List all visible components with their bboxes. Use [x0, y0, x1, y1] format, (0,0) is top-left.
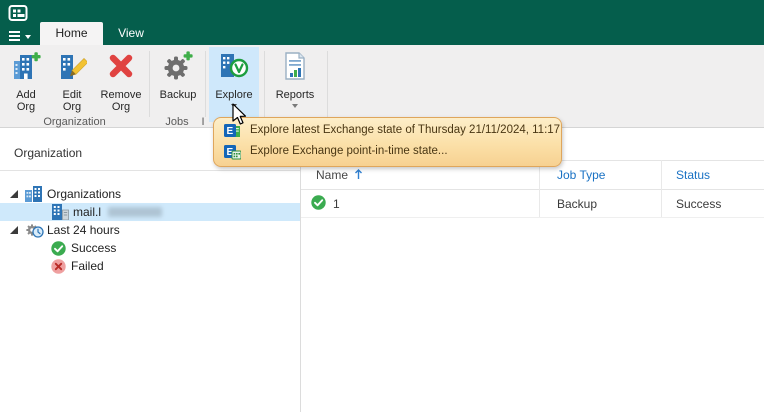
content-area: Organization Organizations mail.l Last 2…	[0, 128, 764, 412]
menu-item-explore-latest[interactable]: E Explore latest Exchange state of Thurs…	[214, 121, 561, 142]
menu-item-explore-point-in-time[interactable]: E Explore Exchange point-in-time state..…	[214, 142, 561, 163]
edit-org-button[interactable]: Edit Org	[50, 47, 94, 119]
ribbon-separator	[149, 51, 150, 117]
hamburger-icon	[9, 31, 35, 41]
tree-item-success[interactable]: Success	[0, 239, 300, 257]
tree-label: Last 24 hours	[47, 223, 120, 237]
tree-label: Organizations	[47, 187, 122, 201]
tab-home[interactable]: Home	[40, 22, 103, 45]
edit-org-label-line2: Org	[62, 101, 82, 113]
table-row-border	[301, 217, 764, 218]
menu-item-label: Explore latest Exchange state of Thursda…	[250, 124, 561, 136]
explore-dropdown-menu: E Explore latest Exchange state of Thurs…	[213, 117, 562, 167]
group-label-organization: Organization	[43, 116, 106, 128]
explore-icon	[221, 54, 249, 78]
group-label-jobs: Jobs	[165, 116, 189, 128]
main-menu-button[interactable]	[9, 29, 35, 43]
cell-name: 1	[333, 197, 340, 211]
ribbon: Add Org Edit Org Remove Org Backup Explo…	[0, 45, 764, 128]
app-logo-icon	[8, 5, 28, 21]
app-window: Home View Add Org Edit Org Remove Org Ba…	[0, 0, 764, 412]
redacted-text	[108, 207, 162, 217]
backup-icon	[164, 51, 193, 80]
add-org-icon	[14, 52, 41, 79]
ribbon-separator	[264, 51, 265, 117]
remove-org-label-line1: Remove	[100, 89, 142, 101]
reports-label: Reports	[275, 89, 315, 101]
last-24-hours-icon	[26, 224, 44, 238]
menu-item-label: Explore Exchange point-in-time state...	[250, 145, 448, 157]
backup-label: Backup	[159, 89, 197, 101]
column-separator[interactable]	[661, 160, 662, 217]
column-header-name[interactable]: Name	[316, 168, 363, 182]
sort-asc-icon	[355, 169, 363, 179]
remove-org-icon	[109, 54, 133, 78]
organizations-icon	[25, 186, 42, 202]
column-header-status[interactable]: Status	[676, 168, 710, 182]
reports-dropdown-caret-icon[interactable]	[292, 104, 298, 108]
title-bar: Home View	[0, 0, 764, 45]
chevron-down-icon	[25, 35, 31, 39]
column-header-label: Name	[316, 168, 349, 182]
tree-label: Failed	[71, 259, 104, 273]
failed-icon	[51, 259, 66, 274]
tree-item-organization-selected[interactable]: mail.l	[0, 203, 300, 221]
tree-label: Success	[71, 241, 117, 255]
edit-org-icon	[61, 55, 89, 79]
expand-triangle-icon[interactable]	[10, 190, 18, 198]
ribbon-separator	[205, 51, 206, 117]
column-header-job-type[interactable]: Job Type	[557, 168, 605, 182]
column-separator[interactable]	[539, 160, 540, 217]
tree-item-organizations[interactable]: Organizations	[0, 185, 300, 203]
ribbon-separator	[327, 51, 328, 117]
tree-item-last-24-hours[interactable]: Last 24 hours	[0, 221, 300, 239]
expand-triangle-icon[interactable]	[10, 226, 18, 234]
reports-button[interactable]: Reports	[268, 47, 322, 119]
backup-button[interactable]: Backup	[154, 47, 202, 119]
organization-icon	[52, 204, 69, 220]
success-icon	[51, 241, 66, 256]
exchange-point-in-time-icon: E	[224, 145, 241, 160]
remove-org-label-line2: Org	[111, 101, 131, 113]
reports-icon	[285, 52, 305, 80]
mouse-cursor	[232, 103, 247, 125]
tab-view[interactable]: View	[103, 22, 159, 45]
add-org-label-line2: Org	[16, 101, 36, 113]
group-label-partial: I	[201, 116, 205, 128]
remove-org-button[interactable]: Remove Org	[96, 47, 146, 119]
table-header-bottom-border	[301, 189, 764, 190]
success-icon	[311, 195, 326, 210]
cell-job-type: Backup	[557, 197, 598, 211]
add-org-button[interactable]: Add Org	[4, 47, 48, 119]
edit-org-label-line1: Edit	[62, 89, 82, 101]
explore-label: Explore	[215, 89, 253, 101]
svg-text:E: E	[227, 126, 234, 137]
add-org-label-line1: Add	[16, 89, 36, 101]
panel-divider[interactable]	[300, 128, 301, 412]
sidebar-header-divider	[0, 170, 300, 171]
tree-label: mail.l	[73, 205, 102, 219]
tree-item-failed[interactable]: Failed	[0, 257, 300, 275]
sidebar-header: Organization	[14, 146, 83, 160]
cell-status: Success	[676, 197, 722, 211]
